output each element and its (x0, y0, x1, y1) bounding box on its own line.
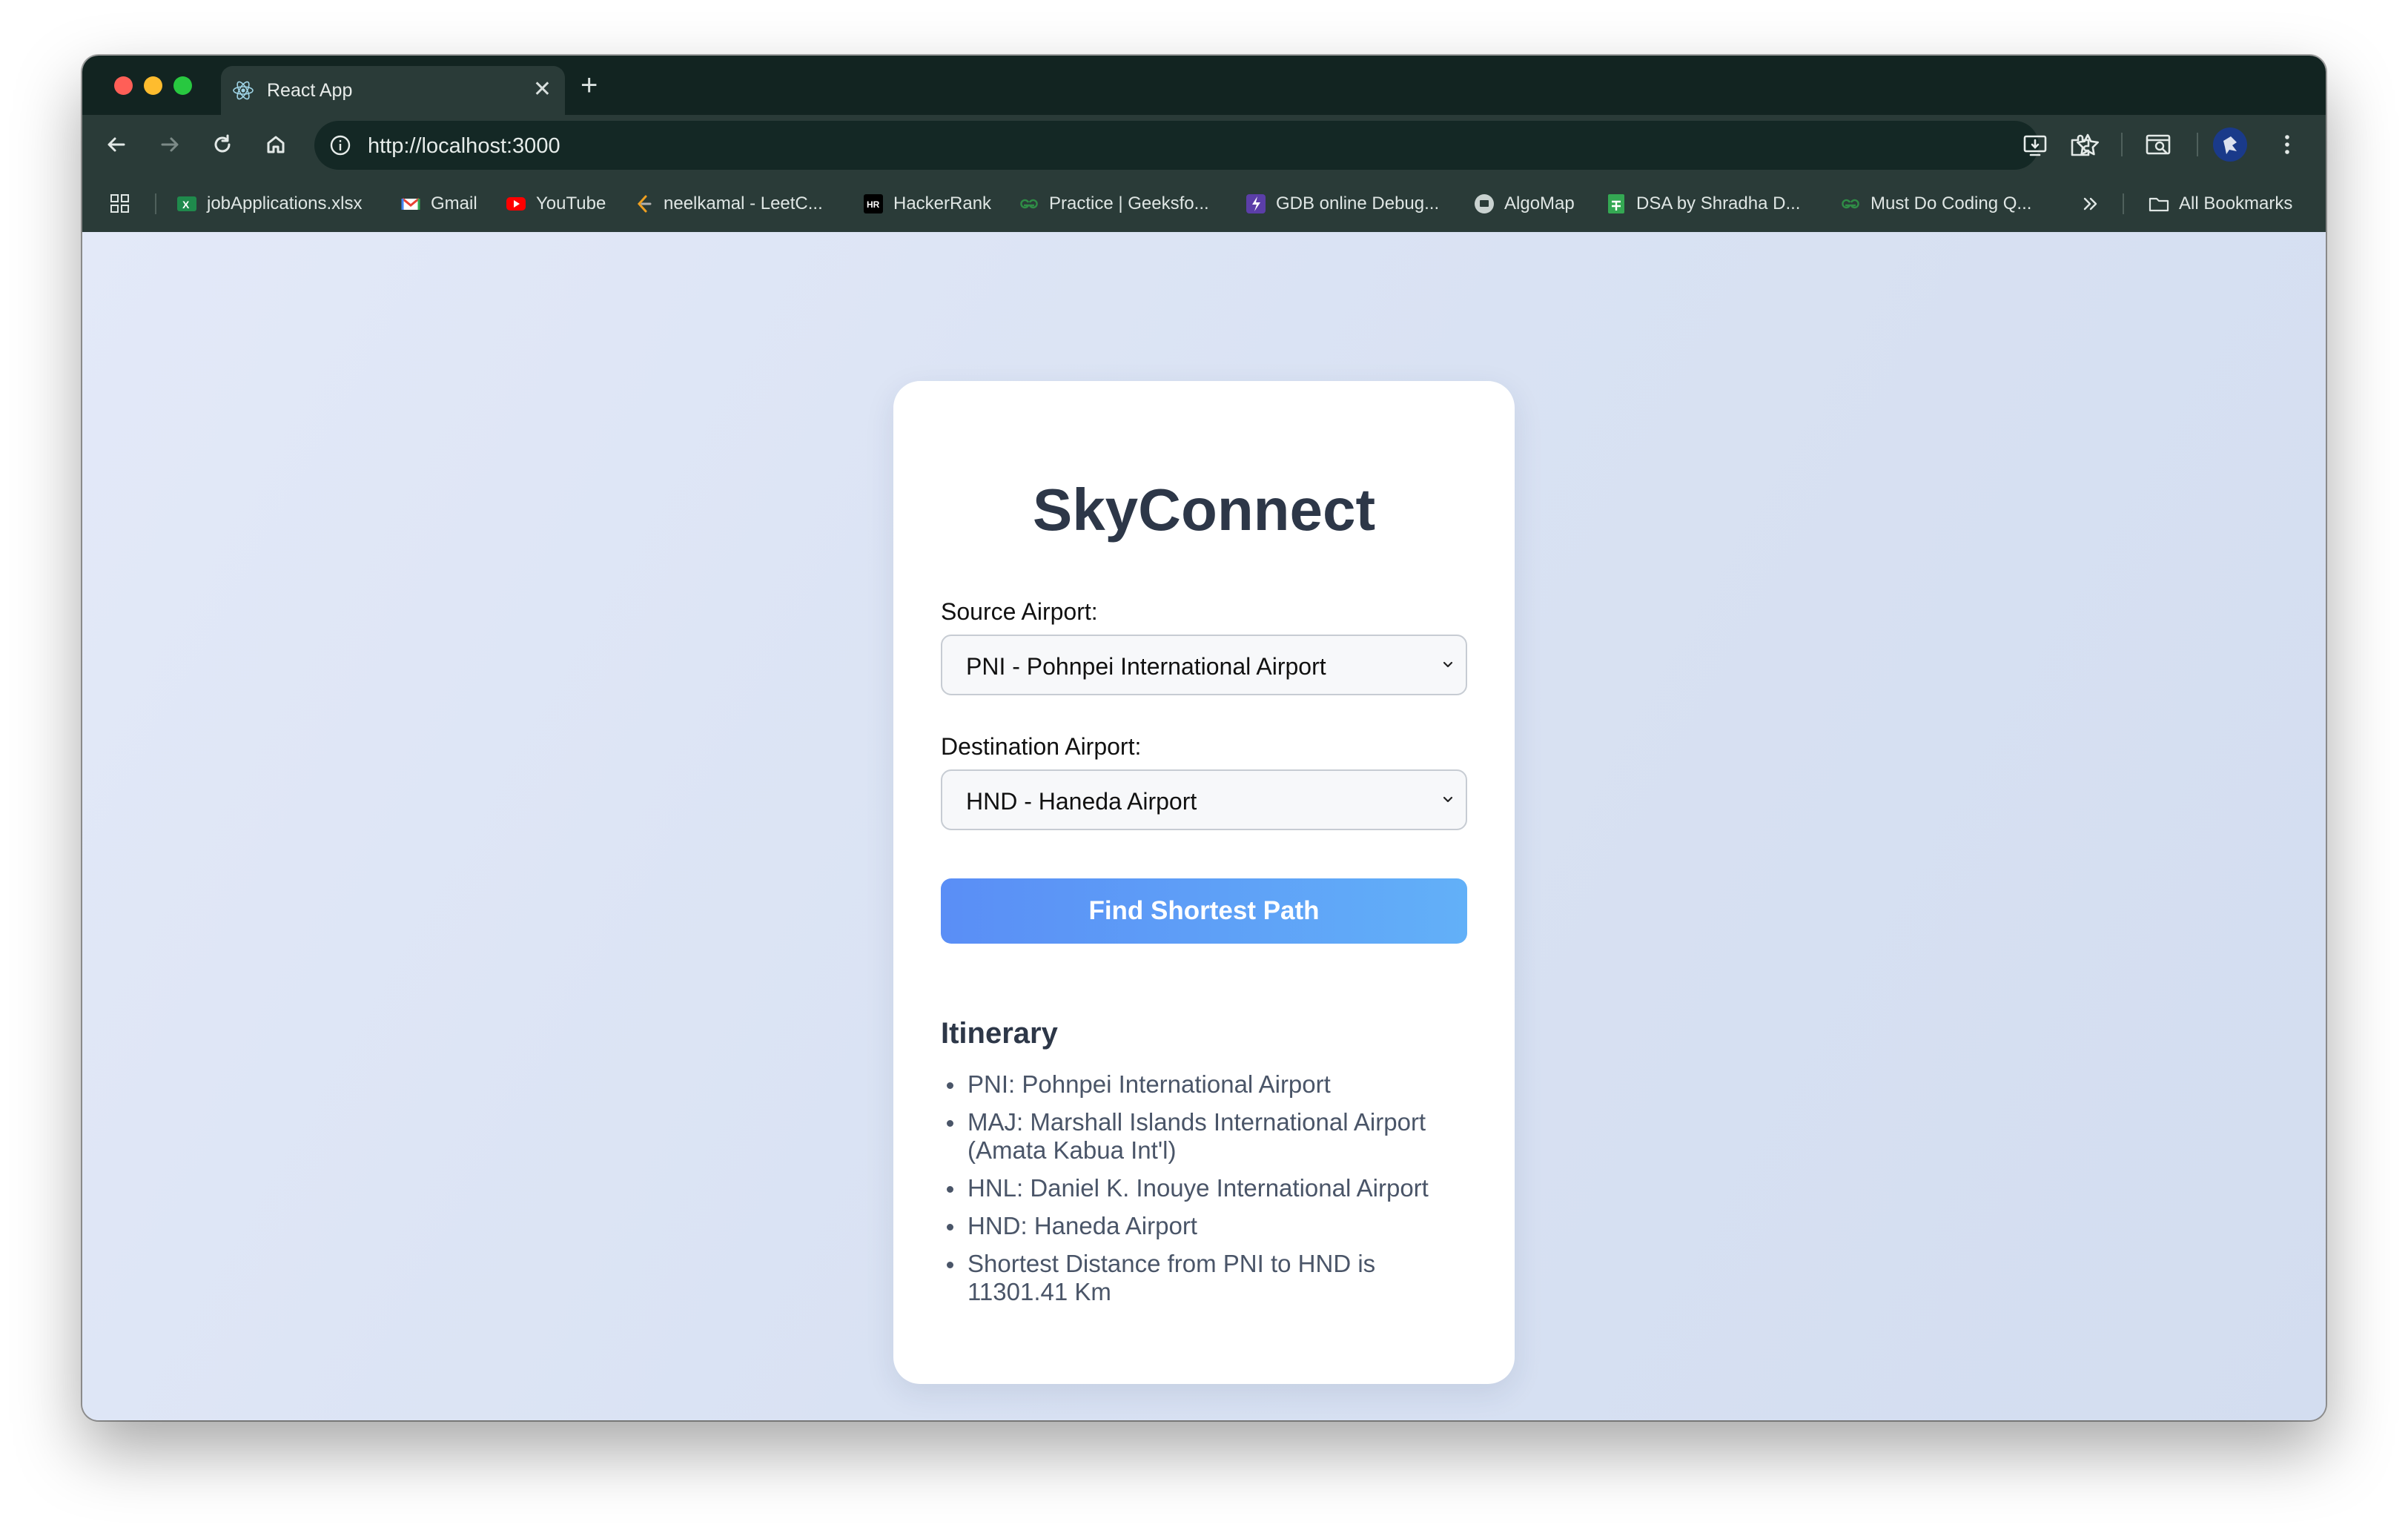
youtube-icon (505, 193, 527, 215)
tab-title: React App (267, 80, 353, 101)
svg-text:HR: HR (867, 199, 880, 210)
bookmark-item[interactable]: Must Do Coding Q... (1839, 176, 2031, 232)
bookmark-label: Must Do Coding Q... (1870, 193, 2032, 213)
bookmark-label: neelkamal - LeetC... (664, 193, 823, 213)
extensions-icon[interactable] (2066, 130, 2096, 159)
address-bar[interactable]: http://localhost:3000 (314, 121, 2099, 170)
bookmarks-divider (155, 193, 156, 214)
destination-airport-label: Destination Airport: (941, 733, 1142, 760)
back-arrow-icon[interactable] (100, 128, 133, 161)
itinerary-list: PNI: Pohnpei International Airport MAJ: … (941, 1070, 1475, 1316)
destination-airport-select[interactable]: HND - Haneda Airport (941, 769, 1467, 830)
list-item: PNI: Pohnpei International Airport (941, 1070, 1475, 1099)
react-icon (233, 81, 254, 100)
folder-icon (2148, 193, 2170, 215)
svg-text:X: X (182, 199, 190, 211)
close-tab-icon[interactable]: ✕ (533, 76, 552, 103)
leetcode-icon (632, 193, 655, 215)
source-airport-label: Source Airport: (941, 598, 1098, 625)
source-airport-select[interactable]: PNI - Pohnpei International Airport (941, 635, 1467, 695)
bookmark-item[interactable]: YouTube (505, 176, 606, 232)
toolbar-divider (2197, 133, 2198, 156)
site-info-icon[interactable] (328, 133, 353, 158)
list-item: HNL: Daniel K. Inouye International Airp… (941, 1174, 1475, 1202)
app-title: SkyConnect (1032, 477, 1376, 543)
geeksforgeeks-icon (1839, 193, 1862, 215)
page-viewport: SkyConnect Source Airport: PNI - Pohnpei… (82, 232, 2326, 1420)
bookmarks-bar: X jobApplications.xlsx Gmail YouTube nee… (82, 176, 2326, 232)
list-item: HND: Haneda Airport (941, 1212, 1475, 1240)
bookmark-label: Practice | Geeksfo... (1049, 193, 1209, 213)
bookmark-item[interactable]: neelkamal - LeetC... (632, 176, 823, 232)
bookmark-item[interactable]: Gmail (400, 176, 477, 232)
bookmark-label: AlgoMap (1504, 193, 1575, 213)
bookmark-item[interactable]: X jobApplications.xlsx (176, 176, 362, 232)
hackerrank-icon: HR (862, 193, 884, 215)
bookmark-label: GDB online Debug... (1276, 193, 1440, 213)
bookmarks-divider (2123, 193, 2124, 214)
excel-icon: X (176, 193, 198, 215)
more-menu-icon[interactable] (2272, 130, 2302, 159)
skyconnect-card: SkyConnect Source Airport: PNI - Pohnpei… (893, 381, 1515, 1384)
bookmark-label: jobApplications.xlsx (207, 193, 363, 213)
reload-icon[interactable] (206, 128, 239, 161)
url-text: http://localhost:3000 (368, 134, 560, 158)
find-shortest-path-button[interactable]: Find Shortest Path (941, 878, 1467, 944)
bookmark-item[interactable]: Practice | Geeksfo... (1018, 176, 1209, 232)
chevron-down-icon (1443, 661, 1453, 668)
bookmark-label: YouTube (536, 193, 606, 213)
bookmark-label: Gmail (431, 193, 477, 213)
toolbar-divider (2121, 133, 2123, 156)
browser-toolbar: http://localhost:3000 (82, 115, 2326, 176)
source-airport-value: PNI - Pohnpei International Airport (966, 653, 1326, 680)
all-bookmarks-button[interactable]: All Bookmarks (2148, 176, 2292, 232)
bookmark-item[interactable]: GDB online Debug... (1245, 176, 1439, 232)
browser-window: React App ✕ + http://localhost:3000 X jo… (82, 56, 2326, 1420)
list-item: Shortest Distance from PNI to HND is 113… (941, 1250, 1475, 1306)
gdb-icon (1245, 193, 1267, 215)
apps-grid-icon[interactable] (109, 193, 131, 215)
bookmark-label: HackerRank (893, 193, 992, 213)
forward-arrow-icon[interactable] (153, 128, 186, 161)
destination-airport-value: HND - Haneda Airport (966, 788, 1197, 815)
itinerary-heading: Itinerary (941, 1017, 1058, 1050)
close-window-button[interactable] (114, 76, 133, 95)
tab-strip: React App ✕ + (82, 56, 2326, 115)
bookmark-item[interactable]: AlgoMap (1473, 176, 1575, 232)
all-bookmarks-label: All Bookmarks (2179, 193, 2293, 213)
geeksforgeeks-icon (1018, 193, 1040, 215)
chevron-down-icon (1443, 796, 1453, 803)
install-app-icon[interactable] (2021, 131, 2049, 159)
profile-avatar[interactable] (2213, 128, 2247, 162)
gmail-icon (400, 193, 422, 215)
bookmark-item[interactable]: HR HackerRank (862, 176, 991, 232)
bookmark-label: DSA by Shradha D... (1636, 193, 1801, 213)
algomap-icon (1473, 193, 1495, 215)
minimize-window-button[interactable] (144, 76, 162, 95)
tab-search-icon[interactable] (2143, 130, 2173, 159)
chevron-double-right-icon[interactable] (2080, 193, 2101, 214)
maximize-window-button[interactable] (173, 76, 192, 95)
list-item: MAJ: Marshall Islands International Airp… (941, 1108, 1475, 1165)
home-icon[interactable] (259, 128, 292, 161)
sheets-icon (1605, 193, 1627, 215)
new-tab-button[interactable]: + (580, 69, 598, 102)
profile-icon (2223, 136, 2237, 154)
bookmark-item[interactable]: DSA by Shradha D... (1605, 176, 1800, 232)
tab-react-app[interactable]: React App ✕ (221, 66, 565, 115)
